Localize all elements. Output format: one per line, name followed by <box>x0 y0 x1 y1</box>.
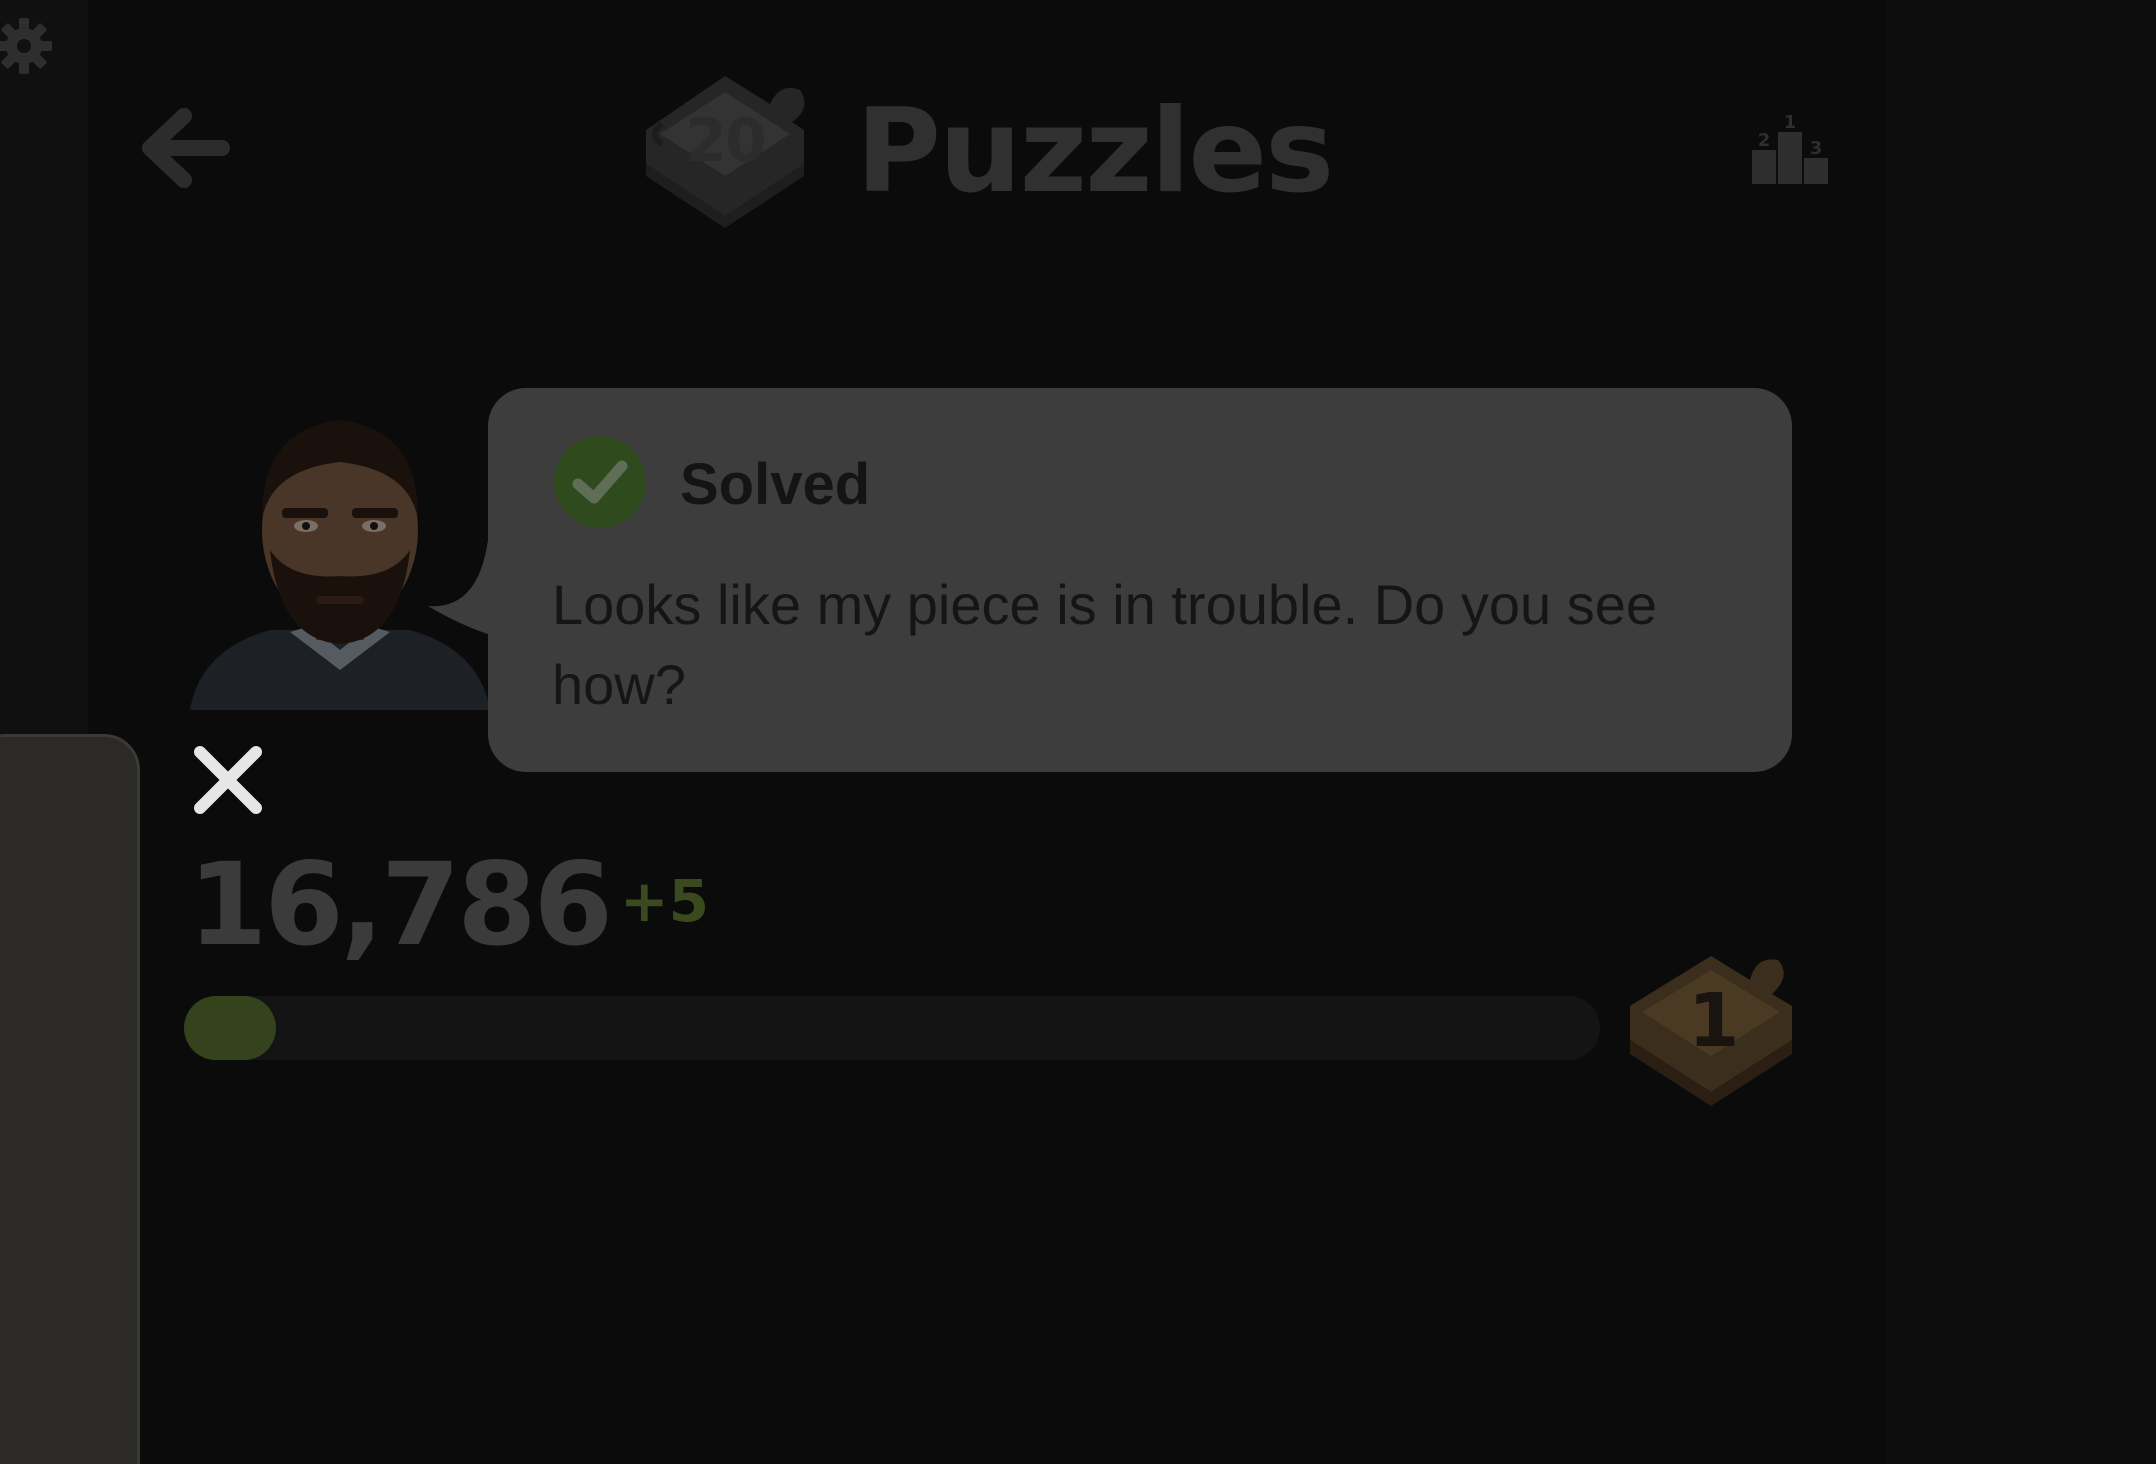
puzzle-streak-badge: 20 <box>640 64 810 234</box>
close-icon[interactable] <box>190 742 266 818</box>
podium-rank-2: 2 <box>1758 130 1771 151</box>
page-title: Puzzles <box>856 84 1334 219</box>
level-badge: 1 <box>1626 946 1796 1106</box>
level-progress-bar <box>184 996 1600 1060</box>
podium-rank-3: 3 <box>1810 138 1823 159</box>
coach-message: Looks like my piece is in trouble. Do yo… <box>552 573 1657 716</box>
right-sidebar <box>1886 0 2156 1464</box>
check-circle-icon <box>554 436 646 528</box>
solved-status: Solved <box>680 452 871 517</box>
settings-gear-icon[interactable] <box>0 14 56 78</box>
podium-rank-1: 1 <box>1784 112 1797 133</box>
podium-icon[interactable]: 2 1 3 <box>1748 108 1834 188</box>
puzzles-screen: 20 Puzzles 2 1 3 Solved Looks like my pi… <box>0 0 2156 1464</box>
back-arrow-icon[interactable] <box>140 108 230 188</box>
rating-change: +5 <box>620 867 709 935</box>
puzzle-rating: 16,786 <box>188 838 613 971</box>
level-number: 1 <box>1688 978 1740 1064</box>
level-progress-fill <box>184 996 277 1060</box>
side-panel <box>0 734 140 1464</box>
streak-count: 20 <box>685 106 767 176</box>
